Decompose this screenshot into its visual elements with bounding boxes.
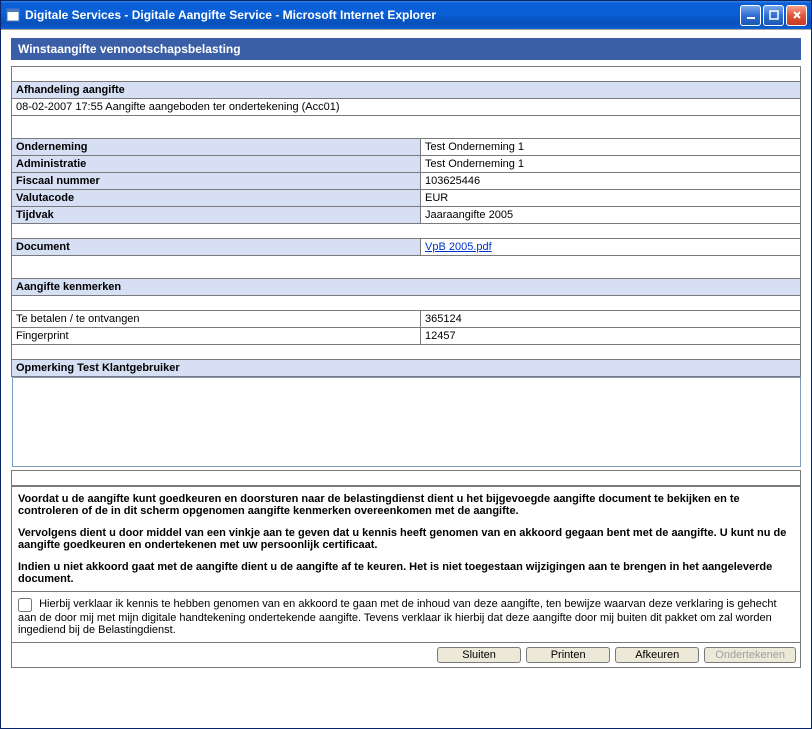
agree-text: Hierbij verklaar ik kennis te hebben gen… (18, 598, 777, 636)
ondertekenen-button: Ondertekenen (704, 647, 796, 663)
label-document: Document (12, 239, 421, 256)
window-title: Digitale Services - Digitale Aangifte Se… (25, 8, 740, 22)
instructions-p3: Indien u niet akkoord gaat met de aangif… (18, 561, 794, 585)
label-onderneming: Onderneming (12, 139, 421, 156)
value-fingerprint: 12457 (421, 328, 801, 345)
printen-button[interactable]: Printen (526, 647, 610, 663)
scroll-client[interactable]: Winstaangifte vennootschapsbelasting Afh… (1, 30, 811, 728)
close-button[interactable] (786, 5, 807, 26)
instructions-p2: Vervolgens dient u door middel van een v… (18, 527, 794, 551)
value-document: VpB 2005.pdf (421, 239, 801, 256)
sluiten-button[interactable]: Sluiten (437, 647, 521, 663)
instructions-p1: Voordat u de aangifte kunt goedkeuren en… (18, 493, 794, 517)
minimize-button[interactable] (740, 5, 761, 26)
opmerking-header: Opmerking Test Klantgebruiker (12, 360, 801, 377)
afhandeling-header: Afhandeling aangifte (12, 82, 801, 99)
window-buttons (740, 5, 807, 26)
content-area: Winstaangifte vennootschapsbelasting Afh… (1, 29, 811, 728)
label-valutacode: Valutacode (12, 190, 421, 207)
label-administratie: Administratie (12, 156, 421, 173)
document-link[interactable]: VpB 2005.pdf (425, 241, 492, 253)
opmerking-textarea[interactable] (12, 377, 801, 467)
maximize-button[interactable] (763, 5, 784, 26)
instructions-block: Voordat u de aangifte kunt goedkeuren en… (11, 486, 801, 591)
agree-checkbox[interactable] (18, 598, 32, 612)
value-valutacode: EUR (421, 190, 801, 207)
label-fingerprint: Fingerprint (12, 328, 421, 345)
ie-app-icon (5, 7, 21, 23)
afhandeling-status: 08-02-2007 17:55 Aangifte aangeboden ter… (12, 99, 801, 116)
label-fiscaal-nummer: Fiscaal nummer (12, 173, 421, 190)
value-administratie: Test Onderneming 1 (421, 156, 801, 173)
agree-label[interactable]: Hierbij verklaar ik kennis te hebben gen… (18, 598, 794, 636)
label-tijdvak: Tijdvak (12, 207, 421, 224)
afhandeling-table: Afhandeling aangifte 08-02-2007 17:55 Aa… (11, 66, 801, 486)
value-te-betalen: 365124 (421, 311, 801, 328)
titlebar: Digitale Services - Digitale Aangifte Se… (1, 1, 811, 29)
label-te-betalen: Te betalen / te ontvangen (12, 311, 421, 328)
button-row: Sluiten Printen Afkeuren Ondertekenen (11, 643, 801, 668)
kenmerken-header: Aangifte kenmerken (12, 279, 801, 296)
value-tijdvak: Jaaraangifte 2005 (421, 207, 801, 224)
afkeuren-button[interactable]: Afkeuren (615, 647, 699, 663)
page-title: Winstaangifte vennootschapsbelasting (11, 38, 801, 60)
app-window: Digitale Services - Digitale Aangifte Se… (0, 0, 812, 729)
value-onderneming: Test Onderneming 1 (421, 139, 801, 156)
agree-row: Hierbij verklaar ik kennis te hebben gen… (11, 591, 801, 643)
value-fiscaal-nummer: 103625446 (421, 173, 801, 190)
